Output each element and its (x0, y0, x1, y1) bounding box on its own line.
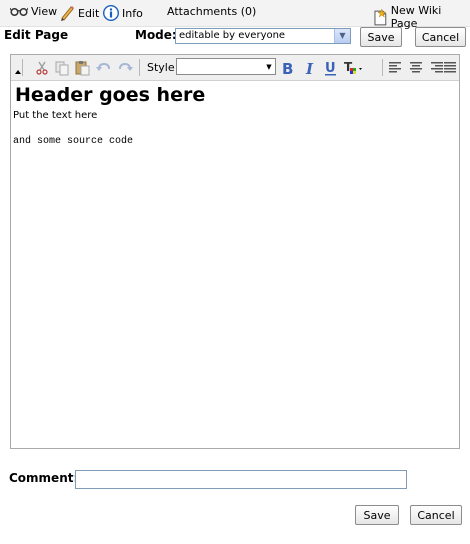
content-code-block: and some source code (13, 136, 134, 147)
info-icon (103, 5, 119, 21)
align-left-icon (389, 62, 401, 73)
chevron-down-icon: ▼ (266, 62, 272, 71)
rich-text-editor: Style ▼ B I U T Header goes here Put the… (10, 54, 460, 449)
style-label: Style (147, 61, 175, 74)
paste-icon (75, 61, 89, 76)
paste-button[interactable] (73, 59, 91, 77)
view-label: View (31, 5, 58, 18)
toolbar-collapse-toggle[interactable] (14, 59, 23, 76)
cancel-button-top[interactable]: Cancel (415, 27, 466, 47)
redo-button[interactable] (116, 59, 134, 77)
cut-button[interactable] (33, 59, 51, 77)
attachments-link[interactable]: Attachments (0) (167, 5, 256, 18)
save-button-bottom[interactable]: Save (355, 505, 399, 525)
collapse-arrow-icon (15, 70, 21, 74)
attachments-label: Attachments (0) (167, 5, 257, 18)
glasses-icon (10, 7, 28, 16)
info-label: Info (122, 6, 143, 20)
mode-select[interactable]: editable by everyone ▼ (175, 28, 351, 44)
redo-icon (118, 62, 133, 71)
toolbar-separator (139, 59, 140, 76)
editor-content-area[interactable]: Header goes here Put the text here and s… (13, 83, 455, 147)
editor-toolbar: Style ▼ B I U T (11, 55, 459, 81)
view-link[interactable]: View (10, 5, 57, 18)
justify-icon (444, 62, 456, 73)
mode-label: Mode: (135, 28, 177, 42)
save-button-top[interactable]: Save (360, 27, 402, 47)
svg-text:I: I (305, 60, 314, 76)
align-center-button[interactable] (407, 59, 425, 77)
undo-button[interactable] (94, 59, 112, 77)
copy-icon (55, 61, 68, 75)
align-center-icon (410, 62, 422, 73)
align-left-button[interactable] (386, 59, 404, 77)
info-link[interactable]: Info (103, 5, 143, 21)
content-paragraph: Put the text here (13, 110, 98, 121)
comment-label: Comment: (9, 471, 79, 485)
underline-button[interactable]: U (322, 59, 340, 77)
comment-input[interactable] (75, 470, 407, 489)
edit-label: Edit (78, 6, 100, 20)
new-page-icon (374, 8, 387, 25)
underline-icon: U (325, 61, 336, 76)
mode-select-value: editable by everyone (179, 30, 286, 41)
text-color-icon: T (344, 60, 362, 74)
bold-button[interactable]: B (279, 59, 297, 77)
justify-button[interactable] (441, 59, 459, 77)
undo-icon (95, 62, 110, 71)
bold-icon: B (282, 60, 293, 76)
copy-button[interactable] (53, 59, 71, 77)
svg-text:B: B (282, 60, 293, 76)
style-select[interactable]: ▼ (176, 58, 276, 75)
pencil-icon (61, 6, 74, 21)
toolbar-separator (382, 59, 383, 76)
italic-icon: I (305, 60, 314, 76)
content-heading: Header goes here (15, 84, 206, 106)
top-nav-bar: View Edit Info Attachments (0) New Wiki … (0, 0, 470, 30)
italic-button[interactable]: I (301, 59, 319, 77)
chevron-down-icon: ▼ (334, 29, 350, 43)
svg-text:U: U (325, 61, 336, 76)
cancel-button-bottom[interactable]: Cancel (410, 505, 462, 525)
page-title: Edit Page (4, 28, 69, 42)
text-color-button[interactable]: T (344, 59, 366, 77)
cut-icon (36, 61, 48, 75)
edit-link[interactable]: Edit (59, 5, 99, 21)
